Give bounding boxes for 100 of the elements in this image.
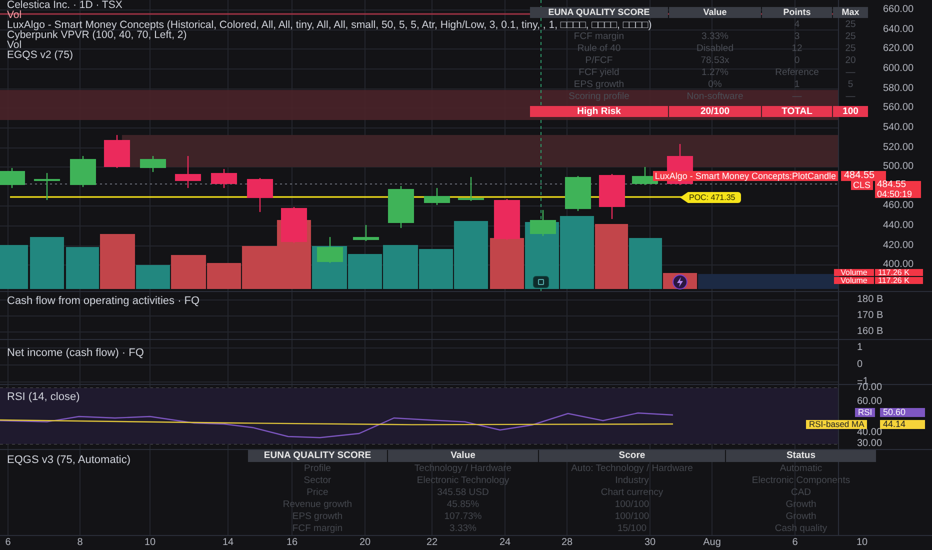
time-label: 24 — [499, 537, 511, 548]
candle — [247, 178, 273, 212]
pane-title: Net income (cash flow) · FQ — [7, 346, 144, 361]
table-cell-text: EPS growth — [572, 79, 626, 90]
indicator-label[interactable]: Vol — [7, 40, 22, 50]
table-cell-text: Reference — [774, 67, 820, 78]
time-label: 6 — [5, 537, 11, 548]
ma-tag: RSI-based MA — [806, 420, 868, 429]
table-cell-text: Auto: Technology / Hardware — [570, 463, 694, 475]
candle — [317, 237, 343, 263]
table-cell-text: Electronic Technology — [416, 475, 510, 487]
column-header: EUNA QUALITY SCORE — [248, 450, 387, 462]
candle — [34, 173, 60, 200]
candle — [565, 176, 591, 211]
table-cell-text: 100/100 — [614, 499, 650, 511]
countdown-text: 04:50:19 — [877, 190, 914, 198]
pane-title: Cash flow from operating activities · FQ — [7, 294, 200, 309]
table-cell-text: — — [844, 91, 856, 102]
axis-label: 500.00 — [883, 161, 914, 173]
table-cell-text: 25 — [844, 31, 857, 42]
table-cell-text: 1.27% — [700, 67, 730, 78]
lightning-icon[interactable] — [672, 274, 688, 290]
axis-label: 620.00 — [883, 43, 914, 55]
table-cell-text: Electronic Components — [750, 475, 852, 487]
rsi-value: 50.60 — [880, 408, 925, 417]
table-cell: 100 — [833, 106, 868, 117]
time-label: 6 — [792, 537, 798, 548]
table-cell-text: 0% — [707, 79, 723, 90]
table-cell-text: Growth — [784, 499, 818, 511]
table-cell-text: 12 — [790, 43, 804, 54]
axis-label: 560.00 — [883, 102, 914, 114]
candle — [211, 169, 237, 188]
table-cell: TOTAL — [762, 106, 832, 117]
time-label: 28 — [561, 537, 573, 548]
axis-label: 170 B — [857, 310, 884, 322]
symbol-tag: CLS — [851, 181, 873, 190]
axis-label: 60.00 — [857, 396, 882, 408]
time-label: 20 — [359, 537, 371, 548]
price-tag: 484.55 — [841, 171, 886, 181]
volume-bar — [490, 238, 524, 289]
indicator-label[interactable]: LuxAlgo - Smart Money Concepts (Historical, Colored, All, All, tiny, All, All, small, 50, 5, 5, Atr, High/Low, 3, 0.1, tiny, , 1, □□□□, □□□□, □□□□) — [7, 20, 652, 30]
volume-bar — [66, 247, 99, 289]
axis-label: 580.00 — [883, 83, 914, 95]
column-header: Value — [388, 450, 538, 462]
candle — [140, 156, 166, 172]
axis-label: 420.00 — [883, 240, 914, 252]
pane-title: EQGS v3 (75, Automatic) — [7, 453, 130, 468]
candle — [388, 186, 414, 228]
table-cell-text: 5 — [846, 79, 854, 90]
time-label: Aug — [703, 537, 721, 548]
table-cell-text: Chart currency — [600, 487, 664, 499]
column-header: Points — [762, 7, 832, 18]
earnings-icon[interactable] — [533, 276, 549, 288]
candle — [458, 177, 484, 201]
candle — [599, 174, 625, 219]
axis-label: 0 — [857, 359, 863, 371]
table-cell-text: EPS growth — [291, 511, 344, 523]
rsi-tag: RSI — [855, 408, 876, 417]
table-cell-text: 78.53x — [700, 55, 730, 66]
candle — [494, 199, 520, 240]
table-cell-text: 100/100 — [614, 511, 650, 523]
column-header: Max — [833, 7, 868, 18]
time-label: 8 — [77, 537, 83, 548]
volume-tag: Volume — [834, 269, 874, 276]
volume-bar — [0, 245, 28, 289]
table-cell-text: 15/100 — [616, 523, 648, 535]
table-cell-text: FCF margin — [291, 523, 344, 535]
table-cell-text: Price — [306, 487, 330, 499]
table-cell-text: 3 — [793, 31, 801, 42]
candle — [530, 210, 556, 236]
candle — [424, 188, 450, 205]
candle — [353, 225, 379, 241]
table-cell-text: 4 — [793, 19, 801, 30]
indicator-label[interactable]: EGQS v2 (75) — [7, 50, 73, 60]
ma-value: 44.14 — [880, 420, 925, 429]
axis-label: 440.00 — [883, 220, 914, 232]
table-cell: High Risk — [530, 106, 668, 117]
table-cell-text: CAD — [790, 487, 812, 499]
axis-label: 70.00 — [857, 382, 882, 394]
table-cell-text: Industry — [614, 475, 650, 487]
axis-label: 30.00 — [857, 438, 882, 450]
pane-title: RSI (14, close) — [7, 390, 80, 405]
price-text: 484.55 — [877, 181, 908, 190]
axis-label: 180 B — [857, 294, 884, 306]
table-cell-text: — — [791, 91, 803, 102]
table-cell-text: 0 — [793, 55, 801, 66]
chart-title: Celestica Inc. · 1D · TSX — [7, 0, 122, 10]
volume-value: 117.26 K — [875, 269, 923, 276]
volume-bar — [383, 245, 418, 289]
table-cell-text: Sector — [302, 475, 332, 487]
axis-label: 460.00 — [883, 200, 914, 212]
axis-label: 540.00 — [883, 122, 914, 134]
indicator-label[interactable]: Cyberpunk VPVR (100, 40, 70, Left, 2) — [7, 30, 187, 40]
time-label: 16 — [286, 537, 298, 548]
time-label: 22 — [426, 537, 438, 548]
axis-label: 160 B — [857, 326, 884, 338]
column-header: Value — [669, 7, 761, 18]
column-header: Status — [726, 450, 876, 462]
poc-label: POC: 471.35 — [680, 192, 742, 203]
table-cell-text: Disabled — [696, 43, 734, 54]
